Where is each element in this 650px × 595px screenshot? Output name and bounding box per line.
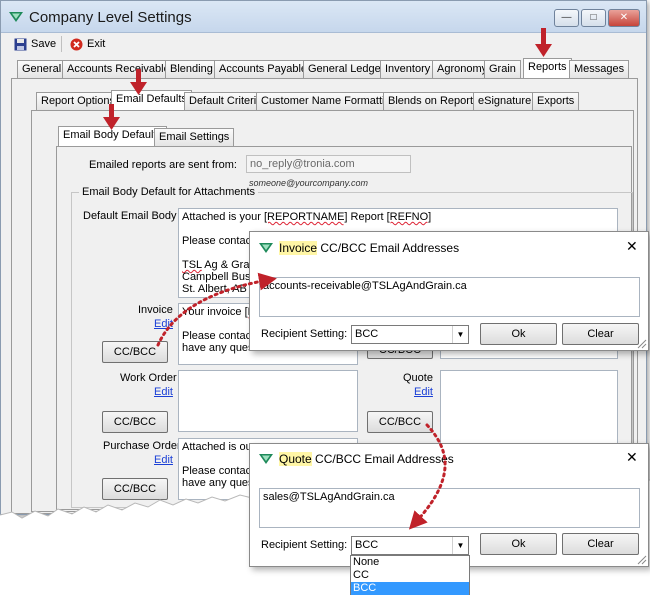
annotation-overlay	[103, 28, 552, 530]
arrow-email-defaults-tab	[130, 69, 147, 95]
arrow-reports-tab	[535, 28, 552, 57]
arrow-email-body-defaults-tab	[103, 104, 120, 130]
arrow-quote-to-dialog	[408, 423, 447, 530]
arrow-invoice-to-dialog	[156, 272, 277, 347]
